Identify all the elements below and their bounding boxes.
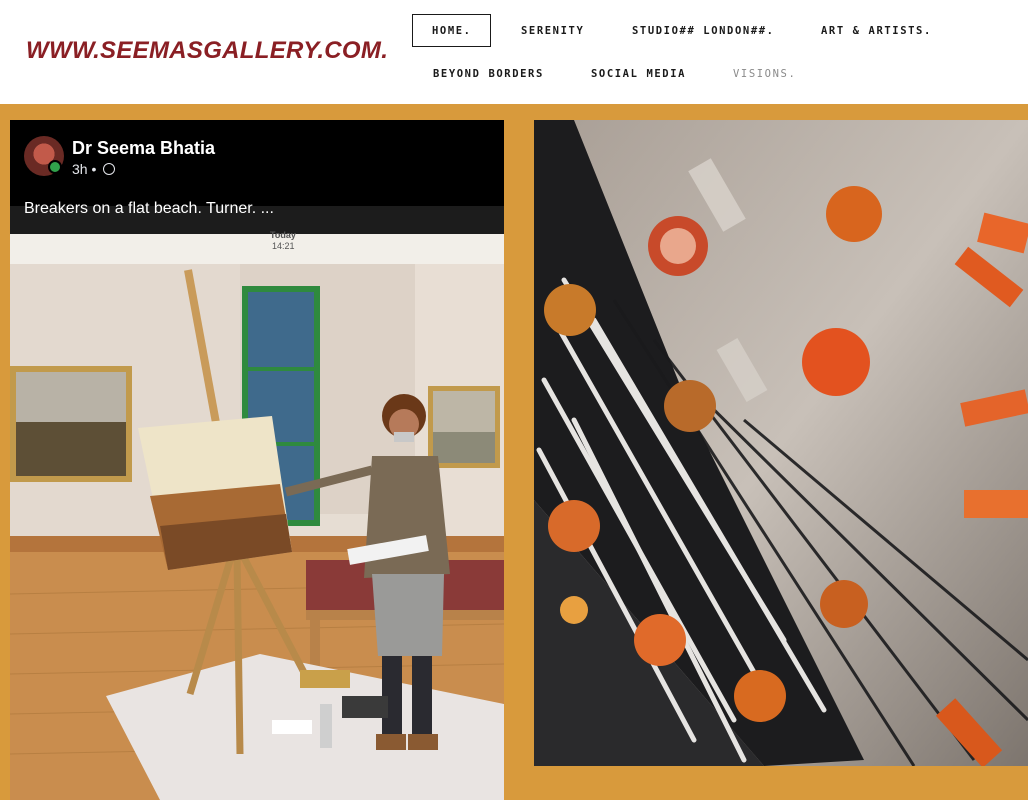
content-band: Dr Seema Bhatia 3h • Breakers on a flat … [0,104,1028,800]
post-meta: 3h • [72,161,116,177]
nav-visions[interactable]: VISIONS. [733,67,796,81]
timestamp-time: 14:21 [272,241,295,251]
nav-serenity[interactable]: SERENITY [521,24,584,38]
gallery-photo [10,234,504,800]
post-caption: Breakers on a flat beach. Turner. ... [24,200,274,217]
nav-art-artists[interactable]: ART & ARTISTS. [821,24,932,38]
globe-icon [103,163,116,175]
timestamp-day: Today [270,230,296,240]
online-status-icon [48,160,62,174]
painting-image [534,120,1028,766]
nav-beyond-borders[interactable]: BEYOND BORDERS [433,67,544,81]
post-author[interactable]: Dr Seema Bhatia [72,138,215,159]
abstract-painting[interactable] [534,120,1028,766]
site-header: WWW.SEEMASGALLERY.COM. HOME. SERENITY ST… [0,0,1028,104]
site-logo[interactable]: WWW.SEEMASGALLERY.COM. [26,37,388,65]
post-header: Dr Seema Bhatia 3h • [10,120,504,206]
nav-social-media[interactable]: SOCIAL MEDIA [591,67,686,81]
nav-home[interactable]: HOME. [412,14,491,47]
nav-studio-london[interactable]: STUDIO## LONDON##. [632,24,775,38]
post-photo[interactable]: Dr Seema Bhatia 3h • Breakers on a flat … [10,120,504,800]
post-time: 3h [72,161,88,177]
